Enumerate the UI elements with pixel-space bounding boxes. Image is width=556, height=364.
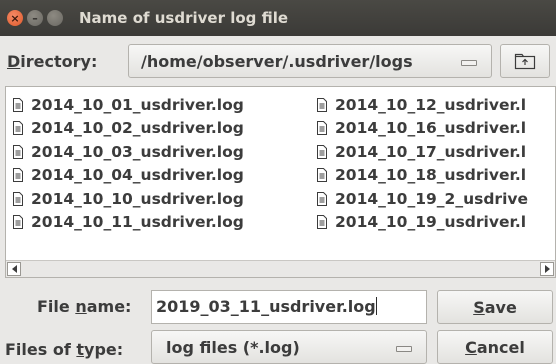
arrow-right-icon bbox=[544, 265, 550, 273]
close-window-button[interactable]: × bbox=[7, 10, 23, 26]
file-name-input[interactable]: 2019_03_11_usdriver.log bbox=[151, 290, 427, 324]
file-item[interactable]: 2014_10_01_usdriver.log bbox=[10, 93, 244, 117]
file-item[interactable]: 2014_10_04_usdriver.log bbox=[10, 164, 244, 188]
directory-path: /home/observer/.usdriver/logs bbox=[141, 52, 413, 71]
file-icon bbox=[13, 97, 23, 112]
close-icon: × bbox=[10, 11, 20, 25]
scroll-right-button[interactable] bbox=[540, 262, 554, 276]
file-icon bbox=[13, 215, 23, 230]
directory-combo[interactable]: /home/observer/.usdriver/logs bbox=[128, 44, 492, 78]
folder-up-icon bbox=[514, 53, 536, 70]
file-icon bbox=[317, 215, 327, 230]
file-icon bbox=[13, 121, 23, 136]
cancel-button[interactable]: Cancel bbox=[437, 330, 553, 364]
arrow-left-icon bbox=[11, 265, 17, 273]
file-type-value: log files (*.log) bbox=[166, 338, 300, 357]
minimize-window-button[interactable]: – bbox=[27, 10, 43, 26]
file-list[interactable]: 2014_10_01_usdriver.log 2014_10_02_usdri… bbox=[5, 86, 556, 278]
file-item[interactable]: 2014_10_10_usdriver.log bbox=[10, 187, 244, 211]
file-item[interactable]: 2014_10_17_usdriver.l bbox=[314, 140, 528, 164]
dropdown-icon bbox=[461, 60, 477, 66]
file-item[interactable]: 2014_10_12_usdriver.l bbox=[314, 93, 528, 117]
file-icon bbox=[13, 144, 23, 159]
file-name-value: 2019_03_11_usdriver.log bbox=[156, 297, 377, 316]
file-icon bbox=[317, 121, 327, 136]
file-type-combo[interactable]: log files (*.log) bbox=[151, 330, 427, 364]
file-type-label: Files of type: bbox=[5, 340, 124, 359]
file-item[interactable]: 2014_10_19_usdriver.l bbox=[314, 211, 528, 235]
file-list-column-1: 2014_10_01_usdriver.log 2014_10_02_usdri… bbox=[10, 93, 244, 234]
directory-row: Directory: /home/observer/.usdriver/logs bbox=[0, 40, 556, 84]
file-icon bbox=[317, 191, 327, 206]
file-name-label: File name: bbox=[37, 297, 132, 316]
directory-label: Directory: bbox=[7, 52, 98, 71]
minimize-icon: – bbox=[32, 11, 38, 25]
file-icon bbox=[317, 97, 327, 112]
horizontal-scrollbar[interactable] bbox=[6, 260, 555, 277]
file-item[interactable]: 2014_10_11_usdriver.log bbox=[10, 211, 244, 235]
text-caret bbox=[375, 297, 377, 315]
file-icon bbox=[13, 168, 23, 183]
file-item[interactable]: 2014_10_16_usdriver.l bbox=[314, 117, 528, 141]
maximize-window-button[interactable] bbox=[47, 10, 63, 26]
parent-directory-button[interactable] bbox=[500, 44, 550, 78]
save-button[interactable]: Save bbox=[437, 290, 553, 324]
file-item[interactable]: 2014_10_02_usdriver.log bbox=[10, 117, 244, 141]
file-item[interactable]: 2014_10_19_2_usdrive bbox=[314, 187, 528, 211]
dropdown-icon bbox=[396, 346, 412, 352]
file-icon bbox=[13, 191, 23, 206]
window-title: Name of usdriver log file bbox=[79, 9, 289, 27]
title-bar: × – Name of usdriver log file bbox=[0, 0, 556, 36]
file-item[interactable]: 2014_10_03_usdriver.log bbox=[10, 140, 244, 164]
scroll-left-button[interactable] bbox=[7, 262, 21, 276]
file-icon bbox=[317, 144, 327, 159]
file-icon bbox=[317, 168, 327, 183]
file-item[interactable]: 2014_10_18_usdriver.l bbox=[314, 164, 528, 188]
file-list-column-2: 2014_10_12_usdriver.l 2014_10_16_usdrive… bbox=[314, 93, 528, 234]
